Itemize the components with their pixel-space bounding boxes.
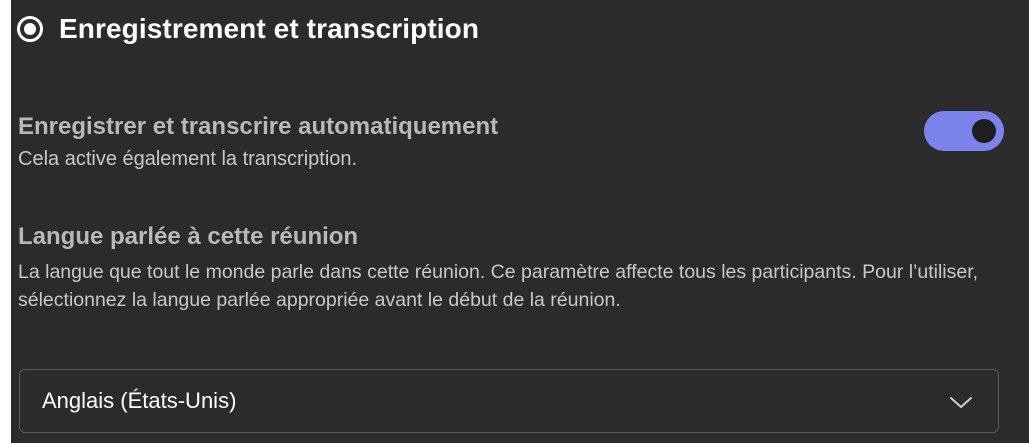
language-title: Langue parlée à cette réunion: [18, 223, 359, 250]
settings-panel: Enregistrement et transcription Enregist…: [11, 0, 1029, 443]
chevron-down-icon: [950, 397, 972, 408]
radio-selected-icon[interactable]: [17, 16, 43, 42]
section-title: Enregistrement et transcription: [59, 13, 480, 44]
auto-record-toggle[interactable]: [924, 111, 1004, 151]
language-select[interactable]: Anglais (États-Unis): [19, 369, 999, 433]
auto-record-title: Enregistrer et transcrire automatiquemen…: [18, 113, 499, 140]
toggle-knob: [972, 119, 996, 143]
language-description: La langue que tout le monde parle dans c…: [18, 261, 979, 311]
section-header: Enregistrement et transcription: [17, 13, 479, 45]
language-select-value: Anglais (États-Unis): [42, 388, 237, 413]
auto-record-description: Cela active également la transcription.: [18, 148, 358, 170]
